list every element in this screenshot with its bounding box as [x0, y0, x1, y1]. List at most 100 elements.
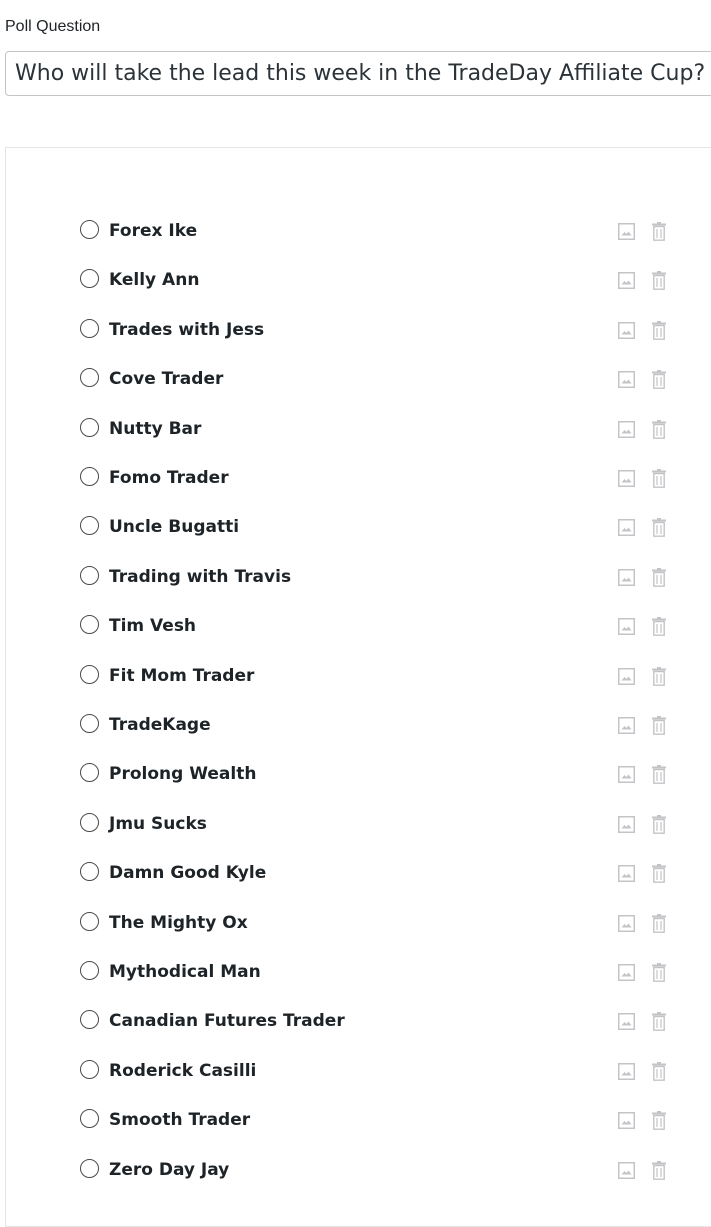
option-radio-button[interactable]	[80, 813, 99, 832]
option-radio-button[interactable]	[80, 418, 99, 437]
poll-question-input[interactable]: Who will take the lead this week in the …	[5, 51, 711, 96]
option-radio-button[interactable]	[80, 1109, 99, 1128]
option-label[interactable]: Tim Vesh	[109, 616, 196, 636]
image-icon[interactable]	[618, 223, 635, 240]
trash-icon[interactable]	[652, 1012, 666, 1031]
option-radio-button[interactable]	[80, 319, 99, 338]
option-label[interactable]: Fit Mom Trader	[109, 666, 254, 686]
option-radio-button[interactable]	[80, 714, 99, 733]
trash-icon[interactable]	[652, 518, 666, 537]
trash-icon[interactable]	[652, 420, 666, 439]
image-icon[interactable]	[618, 766, 635, 783]
poll-option-row: Uncle Bugatti	[6, 516, 711, 556]
option-label[interactable]: Uncle Bugatti	[109, 517, 239, 537]
trash-icon[interactable]	[652, 568, 666, 587]
trash-icon[interactable]	[652, 1062, 666, 1081]
option-label[interactable]: Roderick Casilli	[109, 1061, 256, 1081]
option-label[interactable]: Mythodical Man	[109, 962, 261, 982]
option-label[interactable]: TradeKage	[109, 715, 211, 735]
trash-icon[interactable]	[652, 667, 666, 686]
image-icon[interactable]	[618, 322, 635, 339]
image-icon[interactable]	[618, 1013, 635, 1030]
option-radio-button[interactable]	[80, 467, 99, 486]
poll-option-row: Kelly Ann	[6, 269, 711, 309]
image-icon[interactable]	[618, 1063, 635, 1080]
option-radio-button[interactable]	[80, 1010, 99, 1029]
poll-option-row: The Mighty Ox	[6, 912, 711, 952]
option-radio-button[interactable]	[80, 1159, 99, 1178]
image-icon[interactable]	[618, 421, 635, 438]
option-radio-button[interactable]	[80, 862, 99, 881]
image-icon[interactable]	[618, 915, 635, 932]
poll-option-row: Fit Mom Trader	[6, 665, 711, 705]
image-icon[interactable]	[618, 618, 635, 635]
option-label[interactable]: Zero Day Jay	[109, 1160, 229, 1180]
option-radio-button[interactable]	[80, 665, 99, 684]
option-radio-button[interactable]	[80, 368, 99, 387]
poll-option-row: Trading with Travis	[6, 566, 711, 606]
poll-option-row: Cove Trader	[6, 368, 711, 408]
trash-icon[interactable]	[652, 716, 666, 735]
poll-question-label: Poll Question	[5, 18, 101, 35]
option-radio-button[interactable]	[80, 961, 99, 980]
image-icon[interactable]	[618, 569, 635, 586]
trash-icon[interactable]	[652, 222, 666, 241]
trash-icon[interactable]	[652, 469, 666, 488]
image-icon[interactable]	[618, 865, 635, 882]
poll-options-panel: Forex Ike Kelly Ann Trades with Jess Cove T…	[5, 147, 711, 1227]
image-icon[interactable]	[618, 1112, 635, 1129]
poll-option-row: Smooth Trader	[6, 1109, 711, 1149]
option-label[interactable]: Forex Ike	[109, 221, 197, 241]
option-radio-button[interactable]	[80, 516, 99, 535]
poll-option-row: Forex Ike	[6, 220, 711, 260]
poll-option-row: Fomo Trader	[6, 467, 711, 507]
trash-icon[interactable]	[652, 864, 666, 883]
image-icon[interactable]	[618, 519, 635, 536]
trash-icon[interactable]	[652, 1161, 666, 1180]
option-radio-button[interactable]	[80, 269, 99, 288]
option-label[interactable]: Kelly Ann	[109, 270, 199, 290]
trash-icon[interactable]	[652, 271, 666, 290]
image-icon[interactable]	[618, 470, 635, 487]
image-icon[interactable]	[618, 816, 635, 833]
image-icon[interactable]	[618, 964, 635, 981]
option-label[interactable]: Trades with Jess	[109, 320, 264, 340]
option-label[interactable]: Canadian Futures Trader	[109, 1011, 345, 1031]
poll-option-row: Tim Vesh	[6, 615, 711, 655]
poll-option-row: Zero Day Jay	[6, 1159, 711, 1199]
option-radio-button[interactable]	[80, 763, 99, 782]
option-label[interactable]: Damn Good Kyle	[109, 863, 266, 883]
trash-icon[interactable]	[652, 617, 666, 636]
option-radio-button[interactable]	[80, 615, 99, 634]
trash-icon[interactable]	[652, 1111, 666, 1130]
option-label[interactable]: Cove Trader	[109, 369, 223, 389]
trash-icon[interactable]	[652, 815, 666, 834]
image-icon[interactable]	[618, 717, 635, 734]
option-radio-button[interactable]	[80, 1060, 99, 1079]
option-radio-button[interactable]	[80, 566, 99, 585]
trash-icon[interactable]	[652, 963, 666, 982]
trash-icon[interactable]	[652, 370, 666, 389]
option-label[interactable]: Jmu Sucks	[109, 814, 207, 834]
trash-icon[interactable]	[652, 914, 666, 933]
poll-option-row: Roderick Casilli	[6, 1060, 711, 1100]
poll-option-row: Prolong Wealth	[6, 763, 711, 803]
image-icon[interactable]	[618, 371, 635, 388]
trash-icon[interactable]	[652, 765, 666, 784]
poll-option-row: Damn Good Kyle	[6, 862, 711, 902]
image-icon[interactable]	[618, 668, 635, 685]
image-icon[interactable]	[618, 272, 635, 289]
option-label[interactable]: Nutty Bar	[109, 419, 201, 439]
option-radio-button[interactable]	[80, 220, 99, 239]
option-label[interactable]: Smooth Trader	[109, 1110, 250, 1130]
image-icon[interactable]	[618, 1162, 635, 1179]
option-label[interactable]: The Mighty Ox	[109, 913, 248, 933]
option-radio-button[interactable]	[80, 912, 99, 931]
poll-option-row: TradeKage	[6, 714, 711, 754]
option-label[interactable]: Trading with Travis	[109, 567, 291, 587]
poll-option-row: Nutty Bar	[6, 418, 711, 458]
option-label[interactable]: Fomo Trader	[109, 468, 229, 488]
poll-option-row: Trades with Jess	[6, 319, 711, 359]
trash-icon[interactable]	[652, 321, 666, 340]
option-label[interactable]: Prolong Wealth	[109, 764, 256, 784]
